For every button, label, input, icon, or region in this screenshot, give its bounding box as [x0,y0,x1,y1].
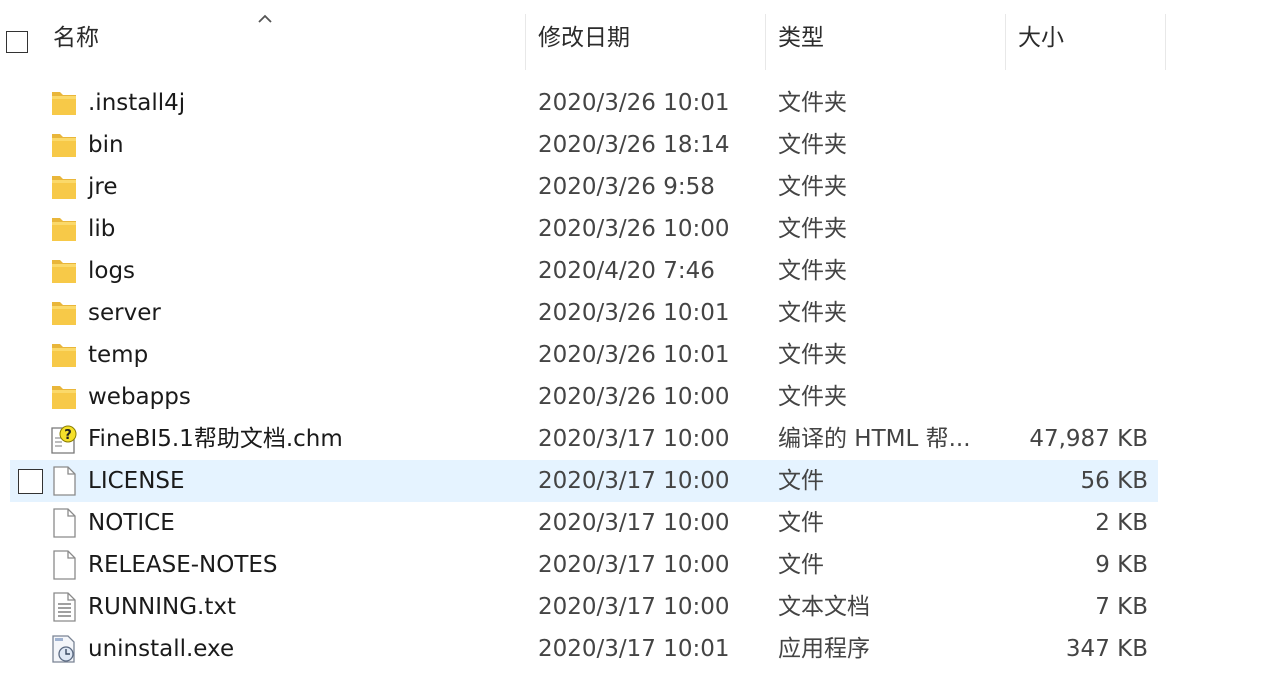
file-name: temp [88,342,149,368]
file-modified-date: 2020/3/17 10:00 [538,468,730,494]
file-type: 文件夹 [778,384,847,410]
column-header-date-label: 修改日期 [538,25,630,51]
column-header: 名称 修改日期 类型 大小 [0,0,1276,70]
select-all-checkbox[interactable] [6,31,28,53]
file-type: 文件夹 [778,132,847,158]
file-row[interactable]: NOTICE 2020/3/17 10:00 文件 2 KB [10,502,1158,544]
file-name: NOTICE [88,510,175,536]
file-size: 347 KB [1065,636,1148,662]
file-type: 文件 [778,510,824,536]
file-type: 文件 [778,468,824,494]
folder-icon [50,172,78,202]
file-name: jre [88,174,118,200]
file-icon [50,508,78,538]
folder-icon [50,382,78,412]
file-modified-date: 2020/4/20 7:46 [538,258,715,284]
exe-icon [50,634,78,664]
file-modified-date: 2020/3/17 10:00 [538,594,730,620]
chm-help-icon: ? [50,424,78,454]
file-row[interactable]: temp 2020/3/26 10:01 文件夹 [10,334,1158,376]
folder-icon [50,88,78,118]
file-modified-date: 2020/3/26 10:01 [538,300,730,326]
file-row[interactable]: .install4j 2020/3/26 10:01 文件夹 [10,82,1158,124]
file-name: .install4j [88,90,186,116]
text-file-icon [50,592,78,622]
file-name: bin [88,132,124,158]
file-type: 文件夹 [778,258,847,284]
column-header-name[interactable]: 名称 [40,0,525,70]
folder-icon [50,340,78,370]
file-row[interactable]: webapps 2020/3/26 10:00 文件夹 [10,376,1158,418]
sort-ascending-icon [258,14,272,23]
folder-icon [50,256,78,286]
file-type: 应用程序 [778,636,870,662]
file-modified-date: 2020/3/26 9:58 [538,174,715,200]
file-size: 2 KB [1095,510,1148,536]
file-row[interactable]: bin 2020/3/26 18:14 文件夹 [10,124,1158,166]
column-header-type-label: 类型 [778,25,824,51]
column-header-size-label: 大小 [1018,25,1064,51]
file-modified-date: 2020/3/17 10:00 [538,426,730,452]
file-type: 文件夹 [778,342,847,368]
file-row[interactable]: RUNNING.txt 2020/3/17 10:00 文本文档 7 KB [10,586,1158,628]
column-divider[interactable] [1165,14,1166,70]
file-type: 编译的 HTML 帮... [778,426,971,452]
file-type: 文本文档 [778,594,870,620]
row-checkbox[interactable] [18,469,43,494]
file-type: 文件夹 [778,90,847,116]
folder-icon [50,298,78,328]
file-size: 7 KB [1095,594,1148,620]
file-size: 9 KB [1095,552,1148,578]
file-name: RUNNING.txt [88,594,236,620]
file-name: logs [88,258,136,284]
file-modified-date: 2020/3/26 10:00 [538,216,730,242]
file-modified-date: 2020/3/26 10:00 [538,384,730,410]
file-name: server [88,300,161,326]
file-type: 文件夹 [778,174,847,200]
file-icon [50,550,78,580]
file-row[interactable]: lib 2020/3/26 10:00 文件夹 [10,208,1158,250]
file-name: webapps [88,384,191,410]
file-row[interactable]: logs 2020/4/20 7:46 文件夹 [10,250,1158,292]
column-header-type[interactable]: 类型 [765,0,1005,70]
file-row[interactable]: server 2020/3/26 10:01 文件夹 [10,292,1158,334]
file-size: 47,987 KB [1029,426,1148,452]
folder-icon [50,130,78,160]
file-modified-date: 2020/3/26 10:01 [538,90,730,116]
file-name: LICENSE [88,468,185,494]
file-name: uninstall.exe [88,636,235,662]
file-modified-date: 2020/3/26 18:14 [538,132,730,158]
file-modified-date: 2020/3/26 10:01 [538,342,730,368]
file-row[interactable]: LICENSE 2020/3/17 10:00 文件 56 KB [10,460,1158,502]
folder-icon [50,214,78,244]
file-row[interactable]: ? FineBI5.1帮助文档.chm 2020/3/17 10:00 编译的 HTM… [10,418,1158,460]
file-type: 文件 [778,552,824,578]
file-type: 文件夹 [778,216,847,242]
svg-text:?: ? [64,428,72,443]
file-type: 文件夹 [778,300,847,326]
column-header-size[interactable]: 大小 [1005,0,1165,70]
file-name: FineBI5.1帮助文档.chm [88,426,343,452]
file-name: RELEASE-NOTES [88,552,278,578]
file-row[interactable]: uninstall.exe 2020/3/17 10:01 应用程序 347 KB [10,628,1158,670]
column-header-date[interactable]: 修改日期 [525,0,765,70]
file-icon [50,466,78,496]
file-row[interactable]: RELEASE-NOTES 2020/3/17 10:00 文件 9 KB [10,544,1158,586]
file-name: lib [88,216,116,242]
file-size: 56 KB [1080,468,1148,494]
file-modified-date: 2020/3/17 10:00 [538,552,730,578]
column-header-name-label: 名称 [53,25,99,51]
file-modified-date: 2020/3/17 10:01 [538,636,730,662]
file-modified-date: 2020/3/17 10:00 [538,510,730,536]
file-row[interactable]: jre 2020/3/26 9:58 文件夹 [10,166,1158,208]
